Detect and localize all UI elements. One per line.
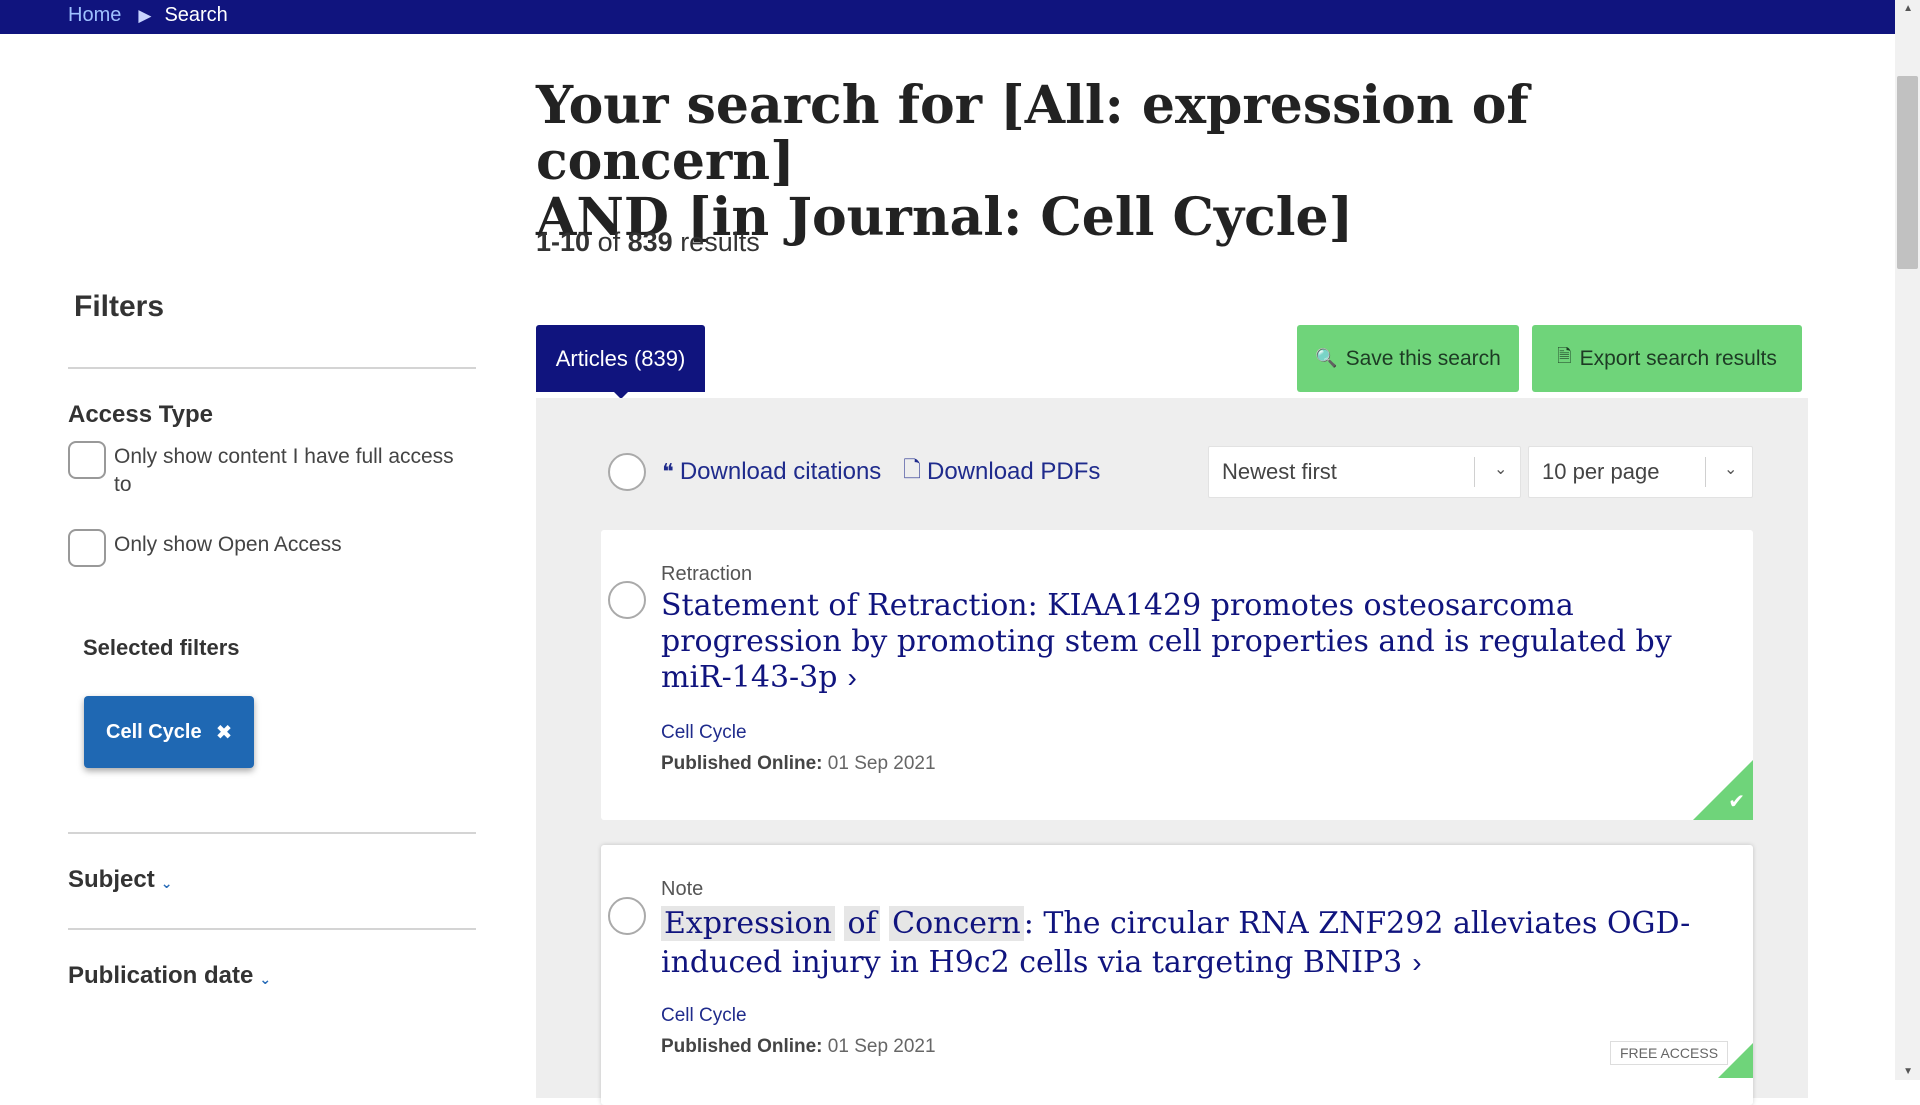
article-select-radio[interactable] bbox=[608, 897, 646, 935]
facet-subject-label: Subject bbox=[68, 866, 155, 893]
title-prefix: Your search for bbox=[536, 75, 1001, 136]
filter-chip-cell-cycle[interactable]: Cell Cycle ✖ bbox=[84, 696, 255, 768]
full-access-checkbox[interactable] bbox=[68, 441, 106, 479]
divider bbox=[68, 832, 476, 834]
published-date: 01 Sep 2021 bbox=[827, 753, 936, 774]
zoom-search-icon: 🔍 bbox=[1315, 348, 1338, 368]
published-label: Published Online: bbox=[661, 753, 823, 774]
save-search-button[interactable]: 🔍 Save this search bbox=[1297, 325, 1519, 392]
facet-publication-date[interactable]: Publication date ⌄ bbox=[68, 962, 477, 990]
article-type: Retraction bbox=[661, 563, 753, 585]
sort-select-value: Newest first bbox=[1222, 459, 1337, 484]
export-results-label: Export search results bbox=[1579, 346, 1777, 370]
scroll-down-arrow-icon[interactable]: ▼ bbox=[1903, 1066, 1913, 1077]
quote-icon: ❝ bbox=[662, 459, 674, 484]
published-label: Published Online: bbox=[661, 1036, 823, 1057]
chevron-down-icon: ⌄ bbox=[1494, 461, 1508, 478]
article-journal-link[interactable]: Cell Cycle bbox=[661, 1005, 747, 1027]
download-citations-link[interactable]: ❝ Download citations bbox=[662, 458, 881, 486]
breadcrumb-home-link[interactable]: Home bbox=[68, 4, 121, 27]
select-divider bbox=[1474, 457, 1475, 487]
page-title: Your search for [All: expression of conc… bbox=[536, 78, 1696, 246]
scrollbar-thumb[interactable] bbox=[1897, 76, 1918, 269]
filter-chip-label: Cell Cycle bbox=[106, 720, 202, 743]
remove-filter-icon[interactable]: ✖ bbox=[216, 720, 233, 745]
breadcrumb-separator-icon: ▶ bbox=[138, 5, 152, 25]
results-toolbar: ❝ Download citations 🗋 Download PDFs bbox=[608, 453, 1100, 491]
breadcrumb-current: Search bbox=[164, 4, 228, 26]
results-suffix: results bbox=[680, 227, 760, 257]
check-icon: ✔ bbox=[1728, 791, 1745, 813]
export-results-button[interactable]: 🗎 Export search results bbox=[1532, 325, 1802, 392]
per-page-select[interactable]: 10 per page ⌄ bbox=[1528, 446, 1753, 498]
select-all-radio[interactable] bbox=[608, 453, 646, 491]
article-published: Published Online: 01 Sep 2021 bbox=[661, 753, 936, 775]
filters-title: Filters bbox=[74, 290, 165, 323]
scroll-up-arrow-icon[interactable]: ▲ bbox=[1903, 3, 1913, 14]
chevron-down-icon: ⌄ bbox=[259, 970, 272, 987]
article-title: Statement of Retraction: KIAA1429 promot… bbox=[661, 588, 1672, 695]
article-published: Published Online: 01 Sep 2021 bbox=[661, 1036, 936, 1058]
chevron-down-icon: ⌄ bbox=[160, 874, 173, 891]
access-corner bbox=[1718, 1043, 1753, 1078]
title-highlight: Concern bbox=[889, 906, 1024, 941]
select-divider bbox=[1705, 457, 1706, 487]
filters-sidebar: Filters Access Type Only show content I … bbox=[68, 290, 477, 990]
published-date: 01 Sep 2021 bbox=[827, 1036, 936, 1057]
title-highlight: of bbox=[844, 906, 880, 941]
access-type-title: Access Type bbox=[68, 401, 213, 428]
divider bbox=[68, 367, 476, 369]
tab-articles[interactable]: Articles (839) bbox=[536, 325, 705, 392]
download-citations-label: Download citations bbox=[679, 458, 882, 485]
sort-select[interactable]: Newest first ⌄ bbox=[1208, 446, 1521, 498]
article-title-link[interactable]: Statement of Retraction: KIAA1429 promot… bbox=[661, 588, 1711, 696]
results-of: of bbox=[597, 227, 621, 257]
chevron-down-icon: ⌄ bbox=[1724, 461, 1738, 478]
page-scrollbar[interactable]: ▲ ▼ bbox=[1895, 0, 1920, 1080]
results-panel: ❝ Download citations 🗋 Download PDFs New… bbox=[536, 398, 1808, 1105]
open-access-checkbox[interactable] bbox=[68, 529, 106, 567]
per-page-select-value: 10 per page bbox=[1542, 459, 1660, 484]
divider bbox=[68, 928, 476, 930]
article-journal-link[interactable]: Cell Cycle bbox=[661, 722, 747, 744]
article-title-link[interactable]: Expression of Concern: The circular RNA … bbox=[661, 904, 1711, 982]
selected-filters-title: Selected filters bbox=[83, 635, 240, 660]
article-type: Note bbox=[661, 878, 704, 900]
excel-file-icon: 🗎 bbox=[1557, 345, 1572, 366]
access-option-open[interactable]: Only show Open Access bbox=[68, 529, 477, 567]
article-select-radio[interactable] bbox=[608, 581, 646, 619]
facet-subject[interactable]: Subject ⌄ bbox=[68, 866, 477, 894]
results-count: 1-10 of 839 results bbox=[536, 227, 760, 258]
chevron-right-icon: › bbox=[1412, 947, 1422, 978]
access-option-full[interactable]: Only show content I have full access to bbox=[68, 441, 477, 499]
free-access-badge: FREE ACCESS bbox=[1610, 1041, 1729, 1065]
download-pdfs-link[interactable]: 🗋 Download PDFs bbox=[903, 453, 1100, 491]
facet-publication-date-label: Publication date bbox=[68, 962, 254, 989]
breadcrumb: Home ▶ Search bbox=[68, 4, 228, 27]
article-card: Note Expression of Concern: The circular… bbox=[601, 845, 1753, 1105]
results-range: 1-10 bbox=[536, 227, 591, 257]
chevron-right-icon: › bbox=[847, 662, 857, 693]
article-card: Retraction Statement of Retraction: KIAA… bbox=[601, 530, 1753, 820]
save-search-label: Save this search bbox=[1345, 346, 1501, 370]
full-access-label: Only show content I have full access to bbox=[114, 445, 454, 496]
title-highlight: Expression bbox=[661, 906, 835, 941]
pdf-file-icon: 🗋 bbox=[903, 457, 921, 482]
results-total: 839 bbox=[627, 227, 673, 257]
top-nav-bar: Home ▶ Search bbox=[0, 0, 1895, 34]
open-access-label: Only show Open Access bbox=[114, 533, 342, 556]
download-pdfs-label: Download PDFs bbox=[927, 458, 1101, 485]
